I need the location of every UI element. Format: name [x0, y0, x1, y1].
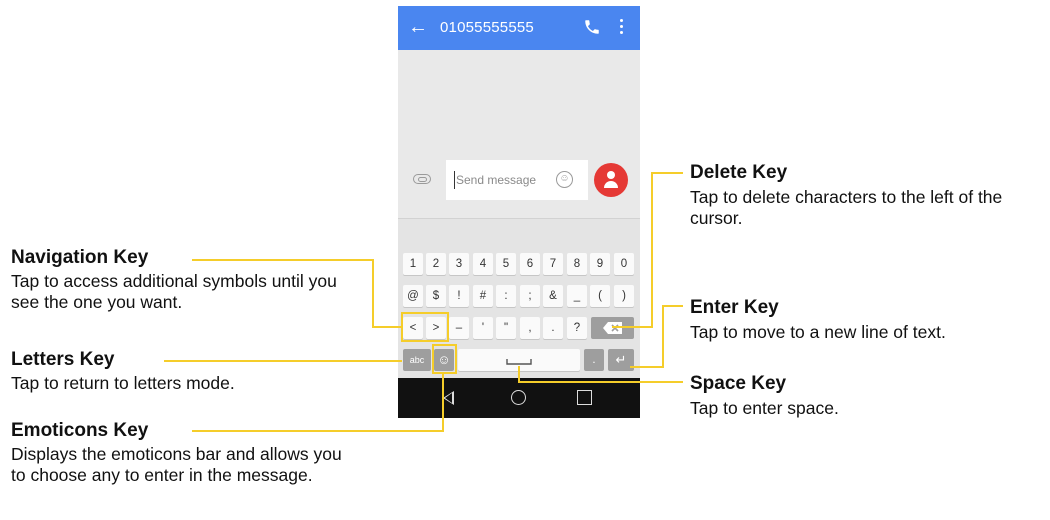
- back-icon[interactable]: [443, 391, 454, 405]
- period-key[interactable]: .: [584, 349, 604, 371]
- key-underscore[interactable]: _: [567, 285, 587, 307]
- enter-key-title: Enter Key: [690, 297, 779, 318]
- emoticons-key-highlight: [432, 344, 457, 374]
- key-3[interactable]: 3: [449, 253, 469, 275]
- delete-key-title: Delete Key: [690, 162, 788, 183]
- key-paren-close[interactable]: ): [614, 285, 634, 307]
- letters-key[interactable]: abc: [403, 349, 431, 371]
- key-1[interactable]: 1: [403, 253, 423, 275]
- key-4[interactable]: 4: [473, 253, 493, 275]
- enter-key-desc: Tap to move to a new line of text.: [690, 322, 946, 342]
- enter-leader: [630, 366, 664, 368]
- letters-key-title: Letters Key: [11, 349, 115, 370]
- key-hash[interactable]: #: [473, 285, 493, 307]
- emoticons-leader-vertical: [442, 372, 444, 432]
- enter-leader-vertical: [662, 305, 664, 368]
- home-icon[interactable]: [511, 390, 526, 405]
- key-comma[interactable]: ,: [520, 317, 540, 339]
- delete-key[interactable]: [591, 317, 634, 339]
- key-quote[interactable]: ": [496, 317, 516, 339]
- key-paren-open[interactable]: (: [590, 285, 610, 307]
- space-key-title: Space Key: [690, 373, 787, 394]
- contact-number: 01055555555: [440, 19, 534, 36]
- key-9[interactable]: 9: [590, 253, 610, 275]
- conversation-app-bar: ← 01055555555: [398, 6, 640, 50]
- key-8[interactable]: 8: [567, 253, 587, 275]
- phone-call-icon[interactable]: [583, 18, 601, 36]
- emoticons-key-desc: Displays the emoticons bar and allows yo…: [11, 444, 342, 485]
- space-bar-icon: [506, 359, 532, 365]
- space-key-desc: Tap to enter space.: [690, 398, 839, 418]
- attachment-icon[interactable]: [413, 174, 431, 184]
- key-6[interactable]: 6: [520, 253, 540, 275]
- space-leader-vertical: [518, 366, 520, 382]
- key-colon[interactable]: :: [496, 285, 516, 307]
- key-dollar[interactable]: $: [426, 285, 446, 307]
- delete-key-desc: Tap to delete characters to the left of …: [690, 187, 1003, 228]
- letters-key-desc: Tap to return to letters mode.: [11, 373, 235, 393]
- message-input[interactable]: Send message ☺: [446, 160, 588, 200]
- navigation-leader: [192, 259, 373, 261]
- back-arrow-icon[interactable]: ←: [408, 16, 428, 38]
- emoji-icon[interactable]: ☺: [556, 171, 573, 188]
- key-2[interactable]: 2: [426, 253, 446, 275]
- key-5[interactable]: 5: [496, 253, 516, 275]
- key-7[interactable]: 7: [543, 253, 563, 275]
- message-placeholder: Send message: [456, 173, 537, 187]
- navigation-key-highlight: [401, 312, 449, 342]
- key-question[interactable]: ?: [567, 317, 587, 339]
- navigation-leader-bottom: [372, 326, 402, 328]
- backspace-icon: [602, 322, 622, 334]
- key-at[interactable]: @: [403, 285, 423, 307]
- delete-leader-vertical: [651, 172, 653, 328]
- send-button[interactable]: [594, 163, 628, 197]
- key-0[interactable]: 0: [614, 253, 634, 275]
- text-cursor: [454, 171, 455, 189]
- key-semicolon[interactable]: ;: [520, 285, 540, 307]
- recent-apps-icon[interactable]: [577, 390, 592, 405]
- delete-leader-top: [651, 172, 683, 174]
- key-dash[interactable]: –: [449, 317, 469, 339]
- key-ampersand[interactable]: &: [543, 285, 563, 307]
- key-apostrophe[interactable]: ': [473, 317, 493, 339]
- emoticons-leader: [192, 430, 444, 432]
- navigation-leader-vertical: [372, 259, 374, 327]
- key-period[interactable]: .: [543, 317, 563, 339]
- enter-leader-top: [662, 305, 683, 307]
- delete-leader: [612, 326, 652, 328]
- key-exclaim[interactable]: !: [449, 285, 469, 307]
- navigation-key-desc: Tap to access additional symbols until y…: [11, 271, 337, 312]
- letters-leader: [164, 360, 402, 362]
- navigation-key-title: Navigation Key: [11, 247, 149, 268]
- space-leader: [518, 381, 683, 383]
- message-thread-area: Send message ☺: [398, 50, 640, 218]
- emoticons-key-title: Emoticons Key: [11, 420, 149, 441]
- system-nav-bar: [398, 378, 640, 418]
- more-options-icon[interactable]: [618, 19, 624, 35]
